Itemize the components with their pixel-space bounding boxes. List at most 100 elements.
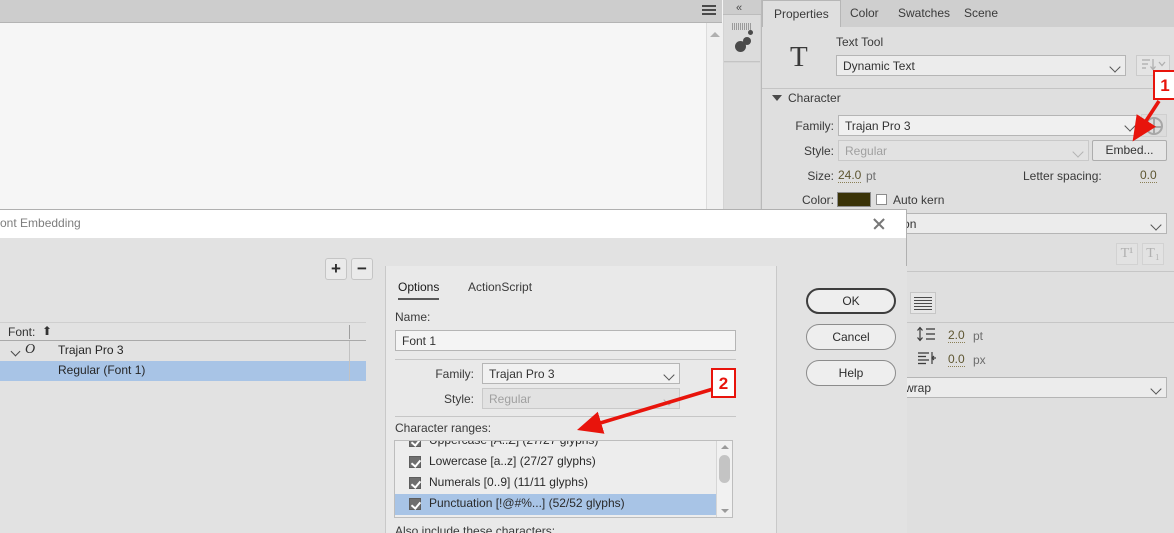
column-divider (349, 325, 350, 339)
style-select[interactable]: Regular (838, 140, 1089, 161)
checkbox-checked-icon[interactable] (409, 498, 421, 510)
font-list-header[interactable]: Font: ⬆ (0, 322, 366, 341)
text-tool-icon: T (790, 41, 808, 73)
properties-panel-tabbar: Properties Color Swatches Scene (762, 0, 1174, 28)
tab-properties[interactable]: Properties (762, 0, 841, 28)
stage-canvas[interactable] (0, 23, 707, 212)
range-label: Punctuation [!@#%...] (52/52 glyphs) (429, 496, 625, 510)
ok-button[interactable]: OK (806, 288, 896, 314)
table-row[interactable]: O Trajan Pro 3 (0, 341, 366, 361)
behavior-select[interactable]: wrap (898, 377, 1167, 398)
indent-value[interactable]: 0.0 (948, 352, 965, 367)
family-label: Family: (795, 119, 834, 133)
bone-tool-icon-dot3 (748, 30, 753, 35)
font-sync-button[interactable] (1141, 114, 1167, 137)
superscript-button[interactable]: T¹ (1116, 243, 1138, 265)
cancel-button[interactable]: Cancel (806, 324, 896, 350)
chevron-down-icon[interactable] (721, 509, 729, 513)
tab-swatches[interactable]: Swatches (887, 0, 961, 26)
checkbox-checked-icon[interactable] (409, 477, 421, 489)
row-divider (349, 341, 350, 361)
dialog-style-select[interactable]: Regular (482, 388, 680, 409)
tool-panel-cell[interactable] (724, 15, 760, 62)
list-item[interactable]: Numerals [0..9] (11/11 glyphs) (395, 473, 717, 494)
chevron-up-icon[interactable] (710, 32, 720, 37)
close-icon[interactable] (872, 217, 886, 231)
line-spacing-value[interactable]: 2.0 (948, 328, 965, 343)
font-column-header: Font: (8, 325, 36, 339)
help-button[interactable]: Help (806, 360, 896, 386)
table-row[interactable]: Regular (Font 1) (0, 361, 366, 381)
subscript-button[interactable]: T₁ (1142, 243, 1164, 265)
chevron-up-icon[interactable] (721, 445, 729, 449)
embed-button[interactable]: Embed... (1092, 140, 1167, 161)
font-family-row-label: Trajan Pro 3 (58, 343, 124, 357)
tab-scene[interactable]: Scene (953, 0, 1009, 26)
character-ranges-list[interactable]: Uppercase [A..Z] (27/27 glyphs) Lowercas… (394, 440, 733, 518)
font-name-value: Font 1 (402, 334, 437, 348)
line-spacing-icon (915, 326, 937, 342)
chevron-down-icon (1150, 383, 1162, 395)
align-justify-button[interactable] (910, 292, 936, 314)
letter-spacing-value[interactable]: 0.0 (1140, 168, 1157, 183)
remove-font-button[interactable]: − (351, 258, 373, 280)
auto-kern-checkbox[interactable] (876, 194, 887, 205)
tab-color[interactable]: Color (839, 0, 890, 26)
chevron-expanded-icon[interactable] (10, 346, 21, 357)
indent-unit: px (973, 353, 986, 367)
character-section-label: Character (788, 91, 841, 105)
options-pane: Options ActionScript Name: Font 1 Family… (386, 266, 777, 533)
indent-icon (915, 350, 937, 366)
size-unit: pt (866, 169, 877, 183)
font-name-input[interactable]: Font 1 (395, 330, 736, 351)
stage-vertical-scrollbar[interactable] (706, 23, 724, 212)
tab-actionscript[interactable]: ActionScript (468, 278, 532, 298)
chevron-down-icon (1072, 146, 1084, 158)
tool-strip-header[interactable]: « (723, 0, 761, 15)
range-label: Uppercase [A..Z] (27/27 glyphs) (429, 440, 599, 447)
style-value: Regular (845, 144, 888, 158)
font-list-tree[interactable]: Font: ⬆ O Trajan Pro 3 Regular (Font 1) (0, 322, 366, 432)
hamburger-icon[interactable] (702, 5, 716, 16)
range-label: Numerals [0..9] (11/11 glyphs) (429, 475, 588, 489)
size-value[interactable]: 24.0 (838, 168, 862, 183)
family-dropdown-chevron[interactable] (1124, 120, 1136, 132)
dialog-right-column: Options ActionScript Name: Font 1 Family… (385, 266, 907, 533)
list-item[interactable]: Lowercase [a..z] (27/27 glyphs) (395, 452, 717, 473)
style-label: Style: (803, 144, 834, 158)
list-item[interactable]: Uppercase [A..Z] (27/27 glyphs) (395, 440, 717, 452)
text-type-select[interactable]: Dynamic Text (836, 55, 1126, 76)
text-type-value: Dynamic Text (843, 59, 915, 73)
triangle-down-icon[interactable] (772, 95, 782, 101)
size-label: Size: (807, 169, 834, 183)
line-spacing-unit: pt (973, 329, 984, 343)
tab-options[interactable]: Options (398, 278, 440, 300)
chevron-down-icon (663, 369, 675, 381)
tool-name-label: Text Tool (836, 35, 884, 49)
name-label: Name: (395, 310, 431, 324)
family-input[interactable]: Trajan Pro 3 (838, 115, 1138, 136)
checkbox-checked-icon[interactable] (409, 456, 421, 468)
text-color-swatch[interactable] (837, 192, 871, 207)
dialog-family-label: Family: (435, 367, 474, 381)
scrollbar-thumb[interactable] (719, 455, 730, 483)
character-ranges-scrollbar[interactable] (716, 441, 732, 517)
globe-icon (1145, 117, 1163, 135)
double-chevron-left-icon[interactable]: « (736, 3, 742, 14)
dialog-titlebar[interactable]: ont Embedding (0, 210, 906, 239)
bone-tool-icon-dot2 (743, 37, 751, 45)
character-ranges-label: Character ranges: (395, 421, 492, 435)
list-item[interactable]: Punctuation [!@#%...] (52/52 glyphs) (395, 494, 717, 515)
sort-ascending-arrow[interactable]: ⬆ (42, 324, 52, 338)
dialog-body: + − Font: ⬆ O Trajan Pro 3 Regular (Font… (0, 238, 907, 533)
dialog-family-select[interactable]: Trajan Pro 3 (482, 363, 680, 384)
checkbox-checked-icon[interactable] (409, 441, 421, 447)
chevron-down-icon (663, 394, 675, 406)
character-section-header[interactable]: Character (770, 91, 1166, 105)
row-divider (349, 361, 350, 381)
add-font-button[interactable]: + (325, 258, 347, 280)
opentype-icon: O (25, 342, 36, 357)
chevron-down-icon (1150, 219, 1162, 231)
font-style-row-label: Regular (Font 1) (58, 363, 146, 377)
font-embedding-dialog: ont Embedding + − Font: ⬆ O Trajan Pro 3 (0, 210, 907, 533)
